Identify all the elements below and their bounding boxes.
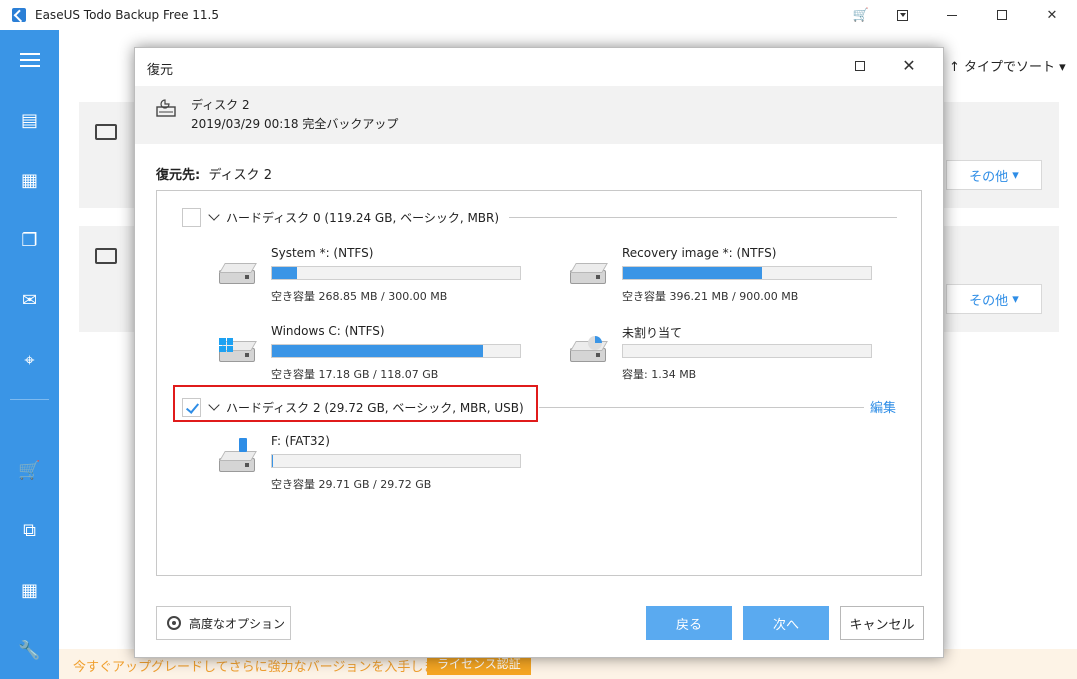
mail-backup-icon[interactable]: ✉	[0, 280, 59, 320]
source-title: ディスク 2	[191, 98, 250, 112]
advanced-options-label: 高度なオプション	[189, 616, 286, 631]
selection-highlight	[173, 385, 538, 422]
back-button[interactable]: 戻る	[646, 606, 732, 640]
restore-dialog: 復元 ✕ ディスク 2 2019/03/29 00:18 完全バックアップ 復元…	[134, 47, 944, 658]
partition-usage-bar	[271, 454, 521, 468]
dialog-maximize-button[interactable]	[855, 61, 865, 71]
next-button[interactable]: 次へ	[743, 606, 829, 640]
hamburger-menu-icon[interactable]	[0, 40, 59, 80]
usb-drive-icon	[219, 438, 257, 474]
disk-header[interactable]: ハードディスク 0 (119.24 GB, ベーシック, MBR)	[182, 207, 499, 227]
smart-backup-icon[interactable]: ⌖	[0, 340, 59, 380]
dialog-title: 復元	[147, 63, 174, 78]
partition-item[interactable]: 未割り当て 容量: 1.34 MB	[570, 324, 872, 384]
wrench-icon[interactable]: 🔧	[0, 630, 59, 670]
partition-info: 空き容量 17.18 GB / 118.07 GB	[271, 368, 439, 381]
disk-backup-icon[interactable]: ▤	[0, 100, 59, 140]
advanced-options-button[interactable]: 高度なオプション	[156, 606, 291, 640]
cancel-button[interactable]: キャンセル	[840, 606, 924, 640]
destination-value: ディスク 2	[208, 168, 272, 183]
dialog-close-button[interactable]: ✕	[897, 54, 921, 78]
destination-label: 復元先: ディスク 2	[156, 164, 272, 183]
edit-link[interactable]: 編集	[870, 397, 896, 416]
partition-name: 未割り当て	[622, 326, 683, 340]
clone-icon[interactable]: ⧉	[0, 510, 59, 550]
file-backup-icon[interactable]: ❐	[0, 220, 59, 260]
partition-name: System *: (NTFS)	[271, 246, 374, 260]
partition-name: Windows C: (NTFS)	[271, 324, 385, 338]
chevron-down-icon[interactable]	[208, 209, 220, 221]
partition-info: 容量: 1.34 MB	[622, 368, 697, 381]
partition-name: F: (FAT32)	[271, 434, 330, 448]
hdd-icon	[570, 266, 608, 286]
partition-usage-bar	[271, 266, 521, 280]
minimize-button[interactable]	[927, 0, 977, 30]
disk-icon	[95, 124, 117, 140]
maximize-button[interactable]	[977, 0, 1027, 30]
app-logo-icon	[12, 8, 26, 22]
destination-prefix: 復元先:	[156, 168, 201, 183]
disk-label: ハードディスク 0 (119.24 GB, ベーシック, MBR)	[226, 210, 500, 225]
source-subtitle: 2019/03/29 00:18 完全バックアップ	[191, 117, 399, 131]
system-backup-icon[interactable]: ▦	[0, 160, 59, 200]
dialog-titlebar: 復元 ✕	[135, 48, 943, 86]
other-button[interactable]: その他 ▾	[946, 160, 1042, 190]
sidebar: ▤ ▦ ❐ ✉ ⌖ 🛒 ⧉ ▦ 🔧	[0, 30, 59, 679]
partition-usage-bar	[622, 344, 872, 358]
menu-dropdown-button[interactable]	[877, 0, 927, 30]
disk-checkbox[interactable]	[182, 207, 201, 227]
source-disk-icon	[156, 99, 176, 117]
app-titlebar: EaseUS Todo Backup Free 11.5 🛒 ✕	[0, 0, 1077, 30]
disk-divider	[509, 217, 897, 218]
upgrade-text: 今すぐアップグレードしてさらに強力なバージョンを入手しましょう。	[73, 660, 488, 675]
source-panel: ディスク 2 2019/03/29 00:18 完全バックアップ	[135, 86, 943, 144]
partition-info: 空き容量 396.21 MB / 900.00 MB	[622, 290, 799, 303]
cart-icon[interactable]: 🛒	[845, 0, 877, 30]
windows-drive-icon	[219, 338, 257, 364]
partition-item[interactable]: Windows C: (NTFS) 空き容量 17.18 GB / 118.07…	[219, 324, 521, 384]
other-button[interactable]: その他 ▾	[946, 284, 1042, 314]
partition-info: 空き容量 29.71 GB / 29.72 GB	[271, 478, 432, 491]
partition-name: Recovery image *: (NTFS)	[622, 246, 777, 260]
partition-usage-bar	[271, 344, 521, 358]
sort-dropdown[interactable]: ↑ タイプでソート ▾	[949, 56, 1066, 75]
partition-usage-bar	[622, 266, 872, 280]
close-button[interactable]: ✕	[1027, 0, 1077, 30]
partition-item[interactable]: System *: (NTFS) 空き容量 268.85 MB / 300.00…	[219, 246, 521, 306]
hdd-icon	[219, 266, 257, 286]
partition-item[interactable]: F: (FAT32) 空き容量 29.71 GB / 29.72 GB	[219, 434, 521, 494]
sidebar-divider	[10, 399, 49, 400]
partition-info: 空き容量 268.85 MB / 300.00 MB	[271, 290, 448, 303]
disk-list: ハードディスク 0 (119.24 GB, ベーシック, MBR) System…	[156, 190, 922, 576]
disk-divider	[539, 407, 864, 408]
partition-item[interactable]: Recovery image *: (NTFS) 空き容量 396.21 MB …	[570, 246, 872, 306]
gear-icon	[167, 616, 181, 630]
unallocated-drive-icon	[570, 336, 608, 364]
cart-sidebar-icon[interactable]: 🛒	[0, 450, 59, 490]
disk-icon	[95, 248, 117, 264]
app-title: EaseUS Todo Backup Free 11.5	[35, 8, 219, 22]
tools-grid-icon[interactable]: ▦	[0, 570, 59, 610]
